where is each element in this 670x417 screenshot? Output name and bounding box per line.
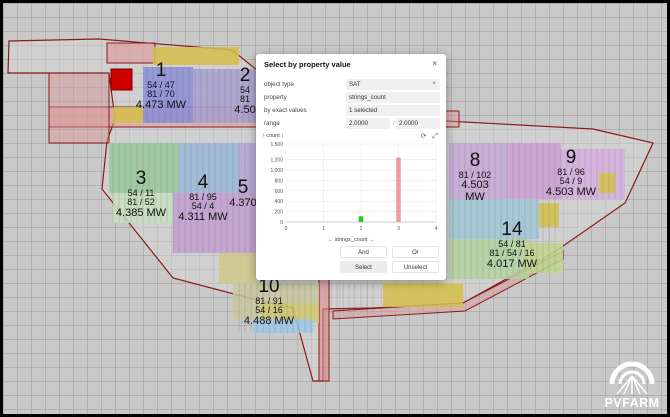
range-min-input[interactable]: 2.0000 bbox=[346, 118, 390, 129]
range-label: range bbox=[264, 120, 280, 127]
zone-label-10: 10 81 / 91 54 / 16 4.488 MW bbox=[239, 277, 299, 327]
or-button[interactable]: Or bbox=[392, 246, 439, 258]
zone-capacity: 4.017 MW bbox=[486, 257, 538, 270]
zone-capacity: 4.311 MW bbox=[178, 210, 228, 223]
object-type-row: object type SAT × bbox=[262, 79, 440, 90]
zone-capacity: 4.488 MW bbox=[243, 314, 295, 327]
y-tick-label: 1,000 bbox=[270, 168, 283, 174]
zone-number: 2 bbox=[239, 66, 251, 86]
zone-number: 4 bbox=[197, 172, 209, 193]
y-tick-label: 200 bbox=[275, 210, 284, 216]
x-tick-label: 2 bbox=[360, 226, 363, 232]
close-icon[interactable]: × bbox=[432, 59, 437, 68]
object-type-select[interactable]: SAT × bbox=[346, 79, 440, 90]
zone-label-9: 9 81 / 96 54 / 9 4.503 MW bbox=[541, 148, 601, 198]
zone-label-3: 3 54 / 11 81 / 52 4.385 MW bbox=[111, 169, 171, 219]
pvfarm-logo: PVFARM bbox=[599, 346, 665, 414]
and-button[interactable]: And bbox=[340, 246, 387, 258]
zone-capacity: 4.370 bbox=[229, 196, 257, 209]
y-tick-label: 1,200 bbox=[270, 158, 283, 164]
unselect-button[interactable]: Unselect bbox=[392, 261, 439, 273]
zone-number: 9 bbox=[565, 147, 577, 168]
clear-icon[interactable]: × bbox=[432, 80, 436, 87]
select-button[interactable]: Select bbox=[340, 261, 387, 273]
object-type-label: object type bbox=[264, 81, 294, 88]
y-tick-label: 0 bbox=[280, 220, 283, 226]
exact-values-row: by exact values 1 selected bbox=[262, 105, 440, 116]
zone-label-1: 1 54 / 47 81 / 70 4.473 MW bbox=[131, 61, 191, 111]
range-min-value: 2.0000 bbox=[349, 120, 368, 127]
zone-number: 3 bbox=[135, 168, 147, 189]
select-by-property-dialog: Select by property value × object type S… bbox=[256, 54, 446, 280]
property-label: property bbox=[264, 94, 287, 101]
histogram-bar bbox=[396, 157, 401, 222]
zone-number: 8 bbox=[469, 150, 481, 171]
range-max-value: 2.0000 bbox=[399, 120, 418, 127]
fit-view-icon[interactable]: ⤢ bbox=[432, 133, 438, 140]
pvfarm-logo-text: PVFARM bbox=[604, 396, 660, 410]
zone-label-8: 8 81 / 102 4.503 MW bbox=[450, 151, 500, 203]
chart-count-label: ↑ count ↑ bbox=[262, 133, 285, 139]
range-separator: / bbox=[393, 120, 395, 127]
zone-number: 14 bbox=[501, 219, 523, 240]
histogram-xlabel: ← strings_count → bbox=[327, 237, 375, 243]
zone-label-2: 2 54 81 4.50 bbox=[233, 66, 257, 116]
exact-values-value: 1 selected bbox=[349, 107, 378, 114]
zone-capacity: 4.503 MW bbox=[545, 185, 597, 198]
object-type-value: SAT bbox=[349, 81, 361, 88]
pvfarm-logo-icon bbox=[609, 361, 655, 395]
range-row: range 2.0000 / 2.0000 bbox=[262, 118, 440, 129]
y-tick-label: 1,500 bbox=[270, 142, 283, 148]
y-tick-label: 800 bbox=[275, 178, 284, 184]
zone-label-5: 5 4.370 bbox=[229, 178, 257, 209]
exact-values-label: by exact values bbox=[264, 107, 307, 114]
property-value: strings_count bbox=[349, 94, 386, 101]
zone-label-4: 4 81 / 95 54 / 4 4.311 MW bbox=[173, 173, 233, 223]
y-tick-label: 400 bbox=[275, 199, 284, 205]
property-select[interactable]: strings_count bbox=[346, 92, 440, 103]
zone-capacity: 4.503 MW bbox=[461, 179, 489, 203]
x-tick-label: 1 bbox=[322, 226, 325, 232]
histogram-bar bbox=[358, 216, 364, 222]
y-tick-label: 600 bbox=[275, 189, 284, 195]
zone-capacity: 4.50 bbox=[234, 103, 256, 116]
dialog-title: Select by property value bbox=[264, 60, 351, 69]
exact-values-select[interactable]: 1 selected bbox=[346, 105, 440, 116]
building-block bbox=[106, 42, 156, 64]
building-block-2 bbox=[48, 72, 110, 144]
x-tick-label: 0 bbox=[285, 226, 288, 232]
zone-number: 1 bbox=[155, 60, 167, 81]
zone-capacity: 4.473 MW bbox=[135, 98, 187, 111]
zone-label-14: 14 54 / 81 81 / 54 / 16 4.017 MW bbox=[483, 220, 541, 270]
zone-capacity: 4.385 MW bbox=[115, 206, 167, 219]
zone-number: 5 bbox=[237, 178, 249, 198]
x-tick-label: 3 bbox=[397, 226, 400, 232]
range-max-input[interactable]: 2.0000 bbox=[396, 118, 440, 129]
property-row: property strings_count bbox=[262, 92, 440, 103]
histogram-chart[interactable]: 0 200 400 600 800 1,000 1,200 1,500 0 1 2 3 4 bbox=[260, 140, 442, 236]
x-tick-label: 4 bbox=[435, 226, 438, 232]
reset-zoom-icon[interactable]: ⟳ bbox=[421, 133, 427, 140]
inverter-block bbox=[110, 68, 133, 91]
